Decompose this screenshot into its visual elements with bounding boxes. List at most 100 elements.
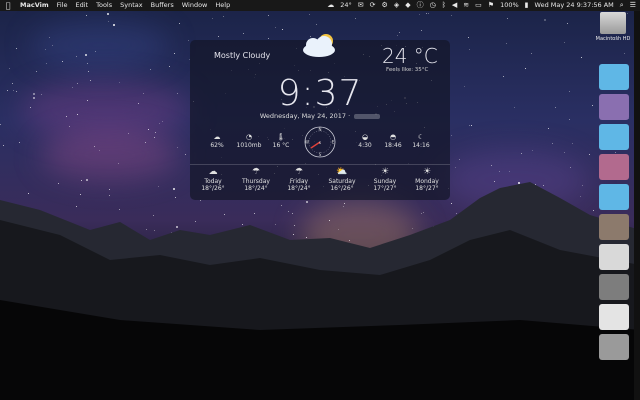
wifi-icon[interactable]: ≋: [463, 0, 469, 11]
forecast-day: ☀ Sunday 17°/27°: [365, 166, 405, 192]
widget-clock: 9:37: [277, 73, 363, 114]
partly-cloudy-icon: ⛅: [336, 167, 348, 177]
dock-app-icon[interactable]: [599, 124, 629, 150]
search-icon[interactable]: ⌕: [620, 0, 624, 11]
star: [12, 83, 14, 85]
star: [502, 76, 504, 78]
forecast-day-name: Monday: [415, 178, 439, 185]
star: [275, 27, 277, 29]
wind-compass: N E S W S: [304, 126, 336, 158]
stat-dewpoint: 🌡 16 °C: [266, 132, 296, 149]
pressure-icon: ◔: [245, 133, 253, 141]
star: [469, 48, 470, 50]
rain-cloud-icon: ☂: [251, 167, 261, 177]
stat-sunset: ◓ 18:46: [378, 132, 408, 149]
battery-percentage[interactable]: 100%: [500, 0, 519, 11]
star: [7, 90, 9, 92]
forecast-day: ☁ Today 18°/26°: [193, 166, 233, 192]
star: [185, 154, 187, 156]
forecast-day: ☂ Thursday 18°/24°: [236, 166, 276, 192]
sync-icon[interactable]: ⟳: [370, 0, 376, 11]
star: [95, 50, 97, 52]
star: [316, 23, 318, 25]
star: [531, 53, 533, 55]
menu-app-name[interactable]: MacVim: [20, 0, 49, 11]
forecast-row: ☁ Today 18°/26° ☂ Thursday 18°/24° ☂ Fri…: [190, 166, 450, 200]
menu-bar:  MacVim File Edit Tools Syntax Buffers …: [0, 0, 640, 11]
battery-icon[interactable]: ▮: [525, 0, 529, 11]
star: [15, 91, 17, 93]
dropbox-icon[interactable]: ◆: [405, 0, 410, 11]
star: [12, 90, 14, 92]
settings-icon[interactable]: ⚙: [382, 0, 388, 11]
menu-buffers[interactable]: Buffers: [151, 0, 174, 11]
dock-app-icon[interactable]: [599, 94, 629, 120]
list-icon[interactable]: ☰: [630, 0, 636, 11]
menu-tools[interactable]: Tools: [96, 0, 112, 11]
dock-app-icon[interactable]: [599, 334, 629, 360]
mail-icon[interactable]: ✉: [358, 0, 364, 11]
star: [548, 128, 550, 130]
star: [137, 102, 139, 104]
weather-cloud-icon: [303, 34, 335, 57]
star: [178, 22, 180, 24]
star: [308, 14, 310, 16]
shield-icon[interactable]: ◈: [394, 0, 399, 11]
cloud-status-icon[interactable]: ☁: [327, 0, 334, 11]
menubar-temperature[interactable]: 24°: [340, 0, 352, 11]
star: [454, 166, 456, 168]
forecast-day: ☂ Friday 18°/24°: [279, 166, 319, 192]
weather-widget[interactable]: Mostly Cloudy 24 °C Feels like: 35°C 9:3…: [190, 34, 450, 200]
menu-file[interactable]: File: [57, 0, 68, 11]
macintosh-hd-icon[interactable]: Macintosh HD: [595, 12, 631, 42]
star: [570, 166, 572, 168]
dock-app-icon[interactable]: [599, 304, 629, 330]
star: [569, 118, 571, 120]
star: [106, 12, 109, 15]
forecast-day-range: 18°/27°: [415, 185, 439, 192]
clock-icon[interactable]: ◷: [430, 0, 436, 11]
star: [468, 125, 470, 127]
star: [3, 144, 5, 146]
moon-icon: ☾: [417, 133, 425, 141]
menu-syntax[interactable]: Syntax: [120, 0, 142, 11]
star: [174, 53, 176, 55]
info-icon[interactable]: ⓘ: [417, 0, 424, 11]
forecast-day-name: Thursday: [242, 178, 270, 185]
star: [112, 23, 115, 26]
compass-east: E: [332, 140, 335, 145]
menu-window[interactable]: Window: [182, 0, 208, 11]
compass-south: S: [319, 152, 322, 157]
forecast-day-name: Today: [204, 178, 222, 185]
dock-app-icon[interactable]: [599, 244, 629, 270]
star: [187, 40, 189, 42]
dock-app-icon[interactable]: [599, 64, 629, 90]
star: [176, 93, 178, 95]
stat-dewpoint-value: 16 °C: [272, 142, 290, 149]
star: [572, 142, 574, 144]
dock-app-icon[interactable]: [599, 184, 629, 210]
star: [217, 36, 219, 38]
menu-help[interactable]: Help: [215, 0, 230, 11]
dock-app-icon[interactable]: [599, 154, 629, 180]
star: [591, 104, 593, 106]
stat-pressure-value: 1010mb: [236, 142, 262, 149]
display-icon[interactable]: ▭: [475, 0, 482, 11]
star: [588, 154, 590, 156]
dock-app-icon[interactable]: [599, 274, 629, 300]
apple-menu-icon[interactable]: : [4, 0, 12, 11]
star: [243, 32, 245, 34]
star: [506, 17, 508, 19]
menu-edit[interactable]: Edit: [76, 0, 89, 11]
star: [458, 159, 460, 160]
volume-icon[interactable]: ◀: [452, 0, 457, 11]
bluetooth-icon[interactable]: ᛒ: [442, 0, 446, 11]
menubar-clock[interactable]: Wed May 24 9:37:56 AM: [535, 0, 614, 11]
star: [513, 106, 515, 108]
widget-date-text: Wednesday, May 24, 2017 ·: [259, 112, 351, 120]
flag-icon[interactable]: ⚑: [488, 0, 494, 11]
star: [85, 14, 87, 16]
forecast-day-name: Friday: [289, 178, 309, 185]
forecast-day-range: 16°/26°: [330, 185, 354, 192]
dock-app-icon[interactable]: [599, 214, 629, 240]
